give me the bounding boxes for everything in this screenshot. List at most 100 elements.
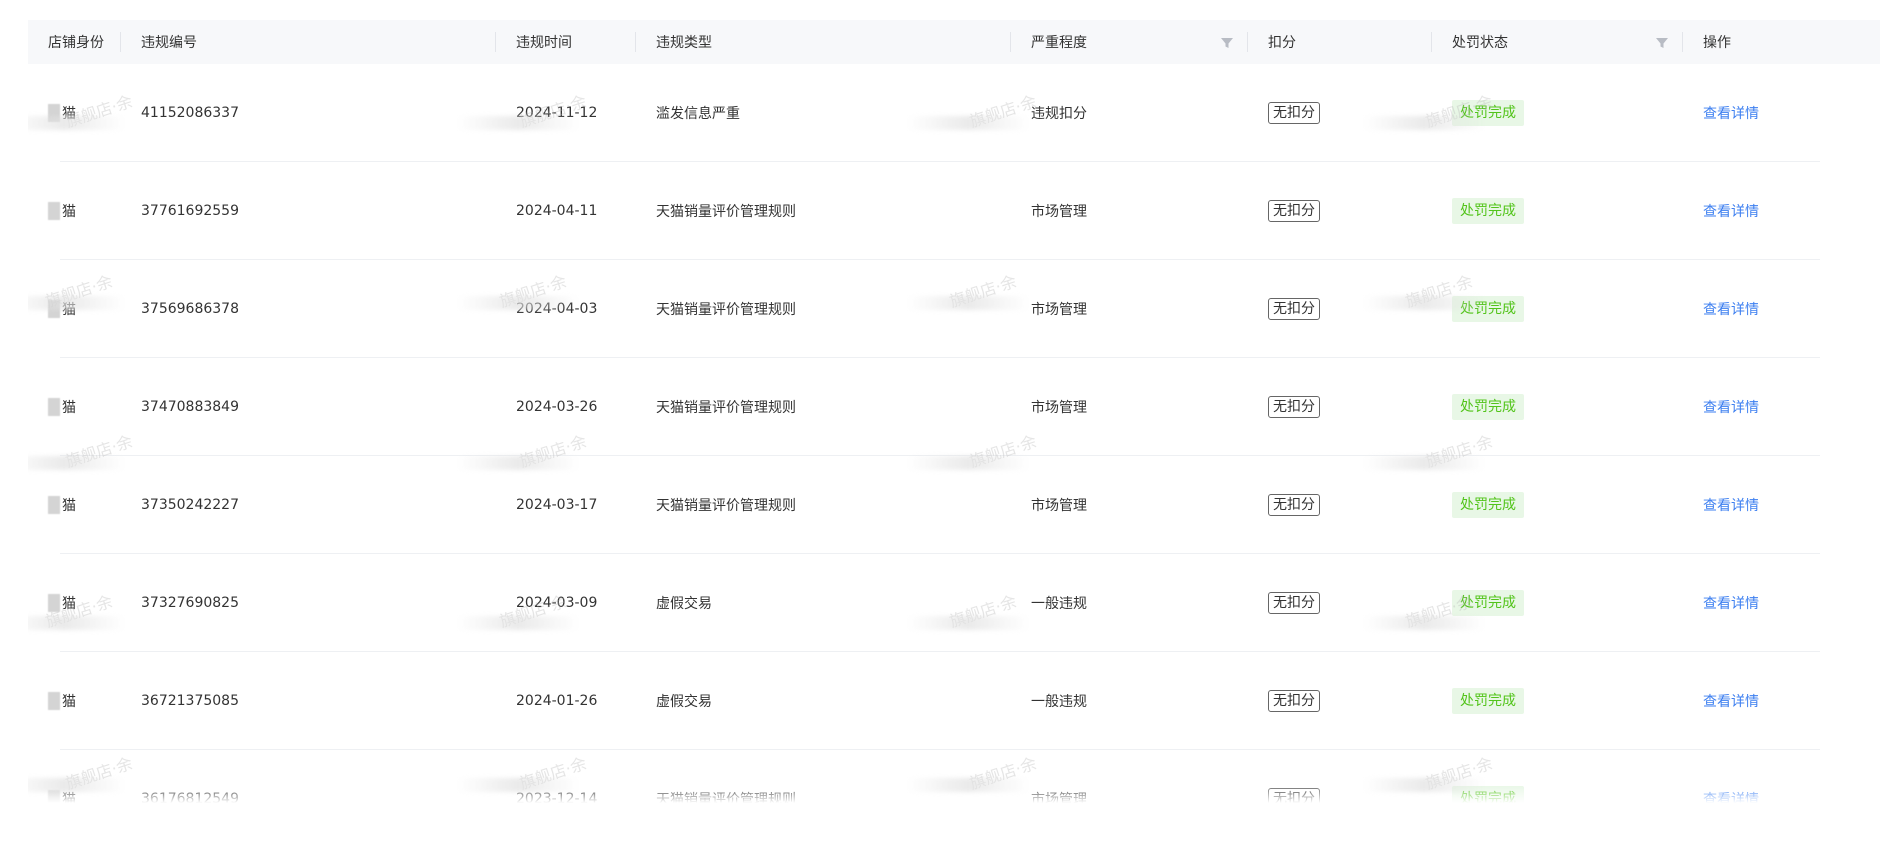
cell-severity: 一般违规	[1031, 596, 1087, 612]
table-row: 猫 37470883849 2024-03-26 天猫销量评价管理规则 市场管理 无扣分 处…	[28, 358, 1880, 456]
cell-violation-type: 天猫销量评价管理规则	[656, 302, 796, 318]
table-row: 猫 36721375085 2024-01-26 虚假交易 一般违规 无扣分 处罚完成 查看详…	[28, 652, 1880, 750]
view-details-link[interactable]: 查看详情	[1703, 103, 1759, 123]
filter-funnel-icon[interactable]	[1655, 36, 1669, 50]
table-header: 店铺身份 违规编号 违规时间 违规类型 严重程度 扣分 处罚状态 操作	[28, 20, 1880, 64]
cell-deduction: 无扣分	[1248, 494, 1432, 516]
cell-severity: 市场管理	[1031, 498, 1087, 514]
view-details-link[interactable]: 查看详情	[1703, 495, 1759, 515]
cell-action: 查看详情	[1683, 593, 1880, 613]
deduction-tag: 无扣分	[1268, 298, 1320, 320]
view-details-link[interactable]: 查看详情	[1703, 201, 1759, 221]
cell-shop: 猫	[28, 397, 121, 417]
cell-severity: 违规扣分	[1031, 106, 1087, 122]
shop-identity: 猫	[48, 397, 76, 417]
shop-logo-icon	[48, 692, 60, 710]
shop-logo-icon	[48, 496, 60, 514]
shop-identity: 猫	[48, 201, 76, 221]
cell-shop: 猫	[28, 299, 121, 319]
deduction-tag: 无扣分	[1268, 690, 1320, 712]
cell-action: 查看详情	[1683, 299, 1880, 319]
deduction-tag: 无扣分	[1268, 592, 1320, 614]
filter-funnel-icon[interactable]	[1220, 36, 1234, 50]
shop-logo-icon	[48, 594, 60, 612]
cell-severity: 市场管理	[1031, 204, 1087, 220]
cell-status: 处罚完成	[1432, 590, 1683, 616]
status-badge: 处罚完成	[1452, 296, 1524, 322]
header-action: 操作	[1703, 35, 1731, 51]
table-row: 猫 37569686378 2024-04-03 天猫销量评价管理规则 市场管理 无扣分 处…	[28, 260, 1880, 358]
cell-severity: 市场管理	[1031, 400, 1087, 416]
shop-logo-icon	[48, 300, 60, 318]
cell-violation-id: 37350242227	[141, 497, 239, 513]
cell-severity: 市场管理	[1031, 302, 1087, 318]
shop-identity: 猫	[48, 103, 76, 123]
cell-violation-id: 37569686378	[141, 301, 239, 317]
cell-action: 查看详情	[1683, 495, 1880, 515]
cell-action: 查看详情	[1683, 397, 1880, 417]
header-violation-time: 违规时间	[496, 20, 636, 64]
shop-identity: 猫	[48, 593, 76, 613]
status-badge: 处罚完成	[1452, 198, 1524, 224]
cell-action: 查看详情	[1683, 201, 1880, 221]
deduction-tag: 无扣分	[1268, 200, 1320, 222]
cell-violation-time: 2024-03-09	[516, 595, 598, 611]
shop-identity: 猫	[48, 691, 76, 711]
cell-status: 处罚完成	[1432, 198, 1683, 224]
cell-violation-id: 36721375085	[141, 693, 239, 709]
cell-violation-type: 天猫销量评价管理规则	[656, 204, 796, 220]
cell-shop: 猫	[28, 201, 121, 221]
header-violation-id: 违规编号	[121, 20, 496, 64]
table-row: 猫 37761692559 2024-04-11 天猫销量评价管理规则 市场管理 无扣分 处…	[28, 162, 1880, 260]
table-row: 猫 41152086337 2024-11-12 滥发信息严重 违规扣分 无扣分 处罚完成 查…	[28, 64, 1880, 162]
shop-identity: 猫	[48, 495, 76, 515]
view-details-link[interactable]: 查看详情	[1703, 593, 1759, 613]
shop-identity: 猫	[48, 299, 76, 319]
table-body: 猫 41152086337 2024-11-12 滥发信息严重 违规扣分 无扣分 处罚完成查…	[28, 64, 1880, 803]
cell-violation-id: 37761692559	[141, 203, 239, 219]
cell-status: 处罚完成	[1432, 296, 1683, 322]
view-details-link[interactable]: 查看详情	[1703, 691, 1759, 711]
cell-status: 处罚完成	[1432, 394, 1683, 420]
status-badge: 处罚完成	[1452, 492, 1524, 518]
header-shop: 店铺身份	[28, 20, 121, 64]
deduction-tag: 无扣分	[1268, 102, 1320, 124]
cell-shop: 猫	[28, 103, 121, 123]
shop-logo-icon	[48, 398, 60, 416]
cell-violation-id: 41152086337	[141, 105, 239, 121]
header-severity: 严重程度	[1011, 20, 1248, 64]
view-details-link[interactable]: 查看详情	[1703, 397, 1759, 417]
scroll-fade	[28, 785, 1880, 803]
cell-deduction: 无扣分	[1248, 396, 1432, 418]
cell-violation-id: 37470883849	[141, 399, 239, 415]
cell-deduction: 无扣分	[1248, 690, 1432, 712]
cell-deduction: 无扣分	[1248, 200, 1432, 222]
status-badge: 处罚完成	[1452, 590, 1524, 616]
cell-shop: 猫	[28, 593, 121, 613]
table-row: 猫 37350242227 2024-03-17 天猫销量评价管理规则 市场管理 无扣分 处…	[28, 456, 1880, 554]
cell-violation-time: 2024-03-17	[516, 497, 598, 513]
shop-logo-icon	[48, 104, 60, 122]
cell-violation-time: 2024-11-12	[516, 105, 598, 121]
cell-violation-type: 滥发信息严重	[656, 106, 740, 122]
view-details-link[interactable]: 查看详情	[1703, 299, 1759, 319]
cell-violation-type: 虚假交易	[656, 694, 712, 710]
cell-violation-type: 虚假交易	[656, 596, 712, 612]
cell-violation-type: 天猫销量评价管理规则	[656, 400, 796, 416]
header-status: 处罚状态	[1432, 20, 1683, 64]
deduction-tag: 无扣分	[1268, 396, 1320, 418]
cell-status: 处罚完成	[1432, 688, 1683, 714]
cell-violation-id: 37327690825	[141, 595, 239, 611]
cell-severity: 一般违规	[1031, 694, 1087, 710]
cell-violation-time: 2024-04-11	[516, 203, 598, 219]
cell-status: 处罚完成	[1432, 492, 1683, 518]
header-violation-type: 违规类型	[636, 20, 1011, 64]
status-badge: 处罚完成	[1452, 100, 1524, 126]
header-deduction: 扣分	[1248, 20, 1432, 64]
table-row: 猫 37327690825 2024-03-09 虚假交易 一般违规 无扣分 处罚完成 查看详…	[28, 554, 1880, 652]
cell-violation-time: 2024-04-03	[516, 301, 598, 317]
cell-shop: 猫	[28, 691, 121, 711]
cell-violation-type: 天猫销量评价管理规则	[656, 498, 796, 514]
cell-action: 查看详情	[1683, 691, 1880, 711]
cell-action: 查看详情	[1683, 103, 1880, 123]
